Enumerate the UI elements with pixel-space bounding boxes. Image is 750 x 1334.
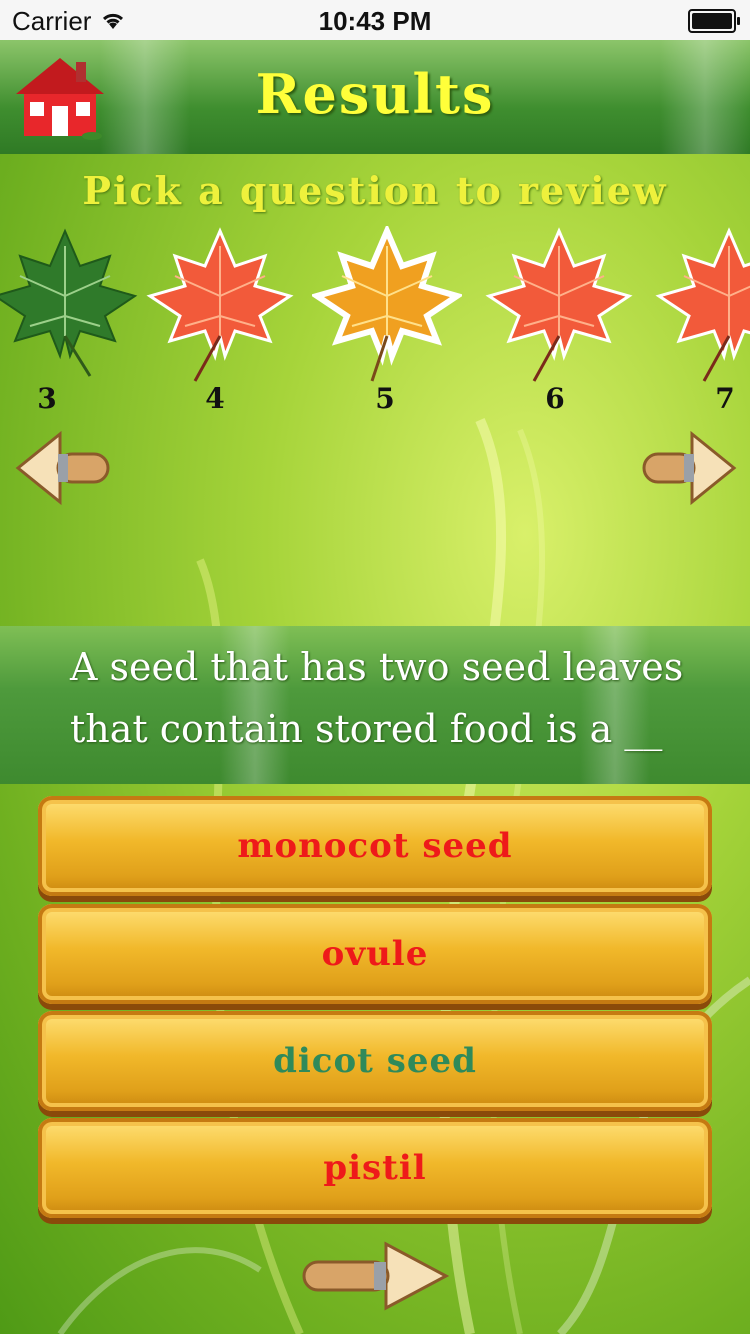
answer-label: dicot seed [273, 1041, 477, 1081]
scroll-right-arrow-icon[interactable] [642, 428, 738, 508]
leaf-number: 7 [715, 382, 735, 415]
green-leaf-icon [0, 228, 138, 377]
red-leaf-icon [146, 227, 294, 382]
next-arrow-icon[interactable] [300, 1236, 450, 1316]
answer-button-monocot-seed[interactable]: monocot seed [38, 796, 712, 896]
answer-label: ovule [321, 934, 429, 974]
answer-button-dicot-seed[interactable]: dicot seed [38, 1011, 712, 1111]
answer-button-pistil[interactable]: pistil [38, 1118, 712, 1218]
orange-leaf-icon [312, 226, 462, 382]
leaf-number: 5 [375, 382, 395, 415]
red-leaf-icon [655, 227, 750, 382]
answer-button-ovule[interactable]: ovule [38, 904, 712, 1004]
question-text: A seed that has two seed leaves that con… [70, 645, 684, 751]
leaf-number: 6 [545, 382, 565, 415]
battery-icon [688, 9, 740, 33]
clock: 10:43 PM [318, 6, 432, 36]
leaf-number: 4 [205, 382, 225, 415]
header-bar: Results [0, 40, 750, 154]
page-title: Results [255, 62, 495, 126]
scroll-left-arrow-icon[interactable] [14, 428, 110, 508]
question-panel: A seed that has two seed leaves that con… [0, 626, 750, 784]
answer-label: monocot seed [237, 826, 513, 866]
leaf-number: 3 [37, 382, 57, 415]
status-bar: Carrier 10:43 PM [0, 0, 750, 40]
review-prompt: Pick a question to review [82, 168, 668, 213]
red-leaf-icon [485, 227, 633, 382]
answer-label: pistil [323, 1148, 427, 1188]
